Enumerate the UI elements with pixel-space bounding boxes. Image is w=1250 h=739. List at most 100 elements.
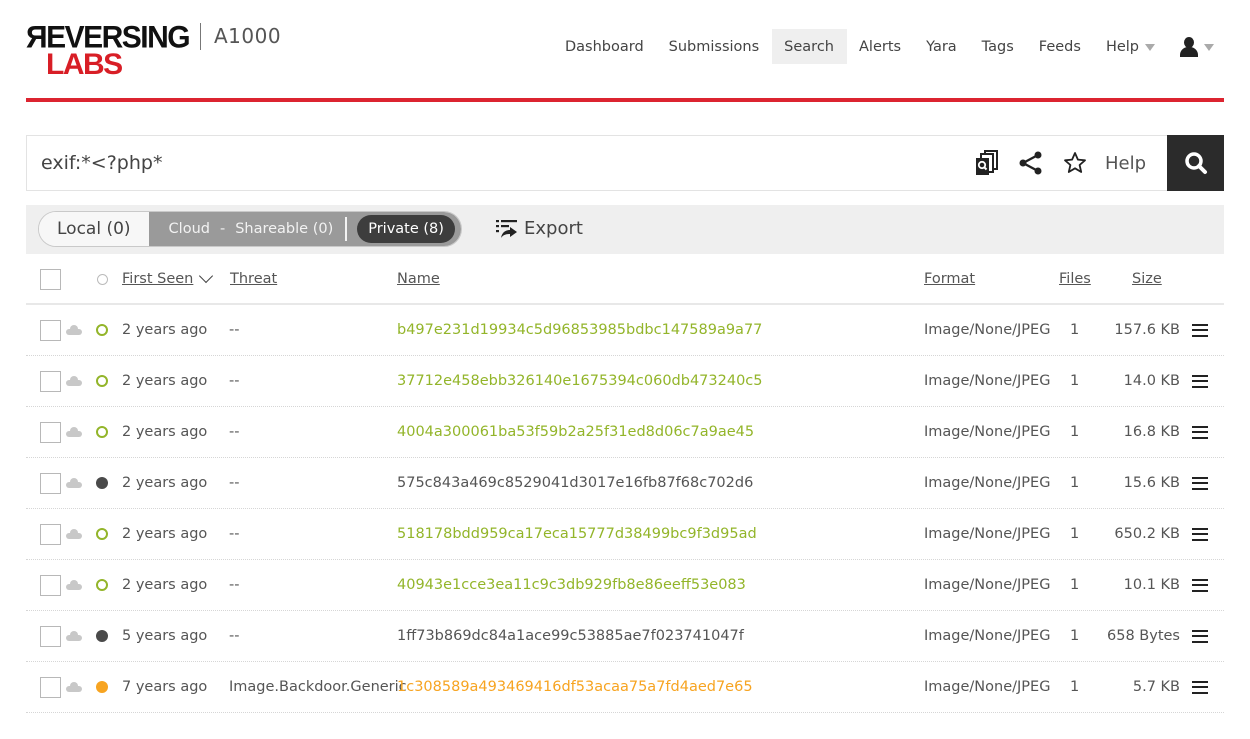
sample-hash-link[interactable]: 4004a300061ba53f59b2a25f31ed8d06c7a9ae45 (397, 424, 754, 440)
table-row[interactable]: 2 years ago -- 40943e1cce3ea11c9c3db929f… (26, 560, 1224, 611)
main-nav: Dashboard Submissions Search Alerts Yara… (552, 29, 1224, 64)
share-icon (1019, 151, 1042, 175)
search-help-link[interactable]: Help (1105, 153, 1146, 174)
table-row[interactable]: 5 years ago -- 1ff73b869dc84a1ace99c5388… (26, 611, 1224, 662)
row-checkbox[interactable] (40, 472, 61, 494)
export-icon (496, 219, 517, 238)
cloud-icon (66, 580, 82, 590)
search-submit-button[interactable] (1167, 135, 1224, 191)
results-table: First Seen Threat Name Format Files Size… (26, 255, 1224, 713)
nav-dashboard[interactable]: Dashboard (552, 29, 656, 64)
logo-line-2: LABS (46, 48, 123, 81)
select-all-checkbox[interactable] (40, 268, 61, 290)
table-body: 2 years ago -- b497e231d19934c5d96853985… (26, 305, 1224, 713)
pill-divider (345, 217, 348, 241)
file-format: Image/None/JPEG (924, 475, 1051, 491)
nav-yara[interactable]: Yara (914, 29, 970, 64)
sample-hash-link[interactable]: 1c308589a493469416df53acaa75a7fd4aed7e65 (397, 679, 753, 695)
sample-hash-link[interactable]: 40943e1cce3ea11c9c3db929fb8e86eeff53e083 (397, 577, 746, 593)
file-size: 14.0 KB (1123, 373, 1180, 389)
sort-threat[interactable]: Threat (230, 271, 277, 287)
first-seen: 2 years ago (122, 322, 208, 338)
table-row[interactable]: 2 years ago -- 4004a300061ba53f59b2a25f3… (26, 407, 1224, 458)
nav-label: Search (784, 38, 834, 55)
file-size: 658 Bytes (1107, 628, 1180, 644)
status-icon (96, 426, 108, 438)
private-results-tab[interactable]: Private (8) (357, 215, 455, 243)
file-count: 1 (1070, 424, 1080, 440)
user-menu-dropdown[interactable] (1168, 29, 1225, 64)
row-menu-icon[interactable] (1192, 323, 1208, 337)
cloud-icon (66, 682, 82, 692)
sort-size[interactable]: Size (1132, 271, 1162, 287)
nav-feeds[interactable]: Feeds (1026, 29, 1093, 64)
nav-search[interactable]: Search (771, 29, 847, 64)
search-bar: Help (26, 135, 1224, 191)
table-row[interactable]: 2 years ago -- 37712e458ebb326140e167539… (26, 356, 1224, 407)
nav-alerts[interactable]: Alerts (847, 29, 914, 64)
sample-hash-link[interactable]: 1ff73b869dc84a1ace99c53885ae7f023741047f (397, 628, 744, 644)
threat-name: -- (229, 322, 240, 338)
export-label: Export (524, 218, 583, 239)
reversinglabs-logo[interactable]: ЯEVERSING LABS (26, 21, 196, 82)
logo-divider (200, 23, 201, 50)
cloud-icon (66, 478, 82, 488)
results-filter-bar: Local (0) Cloud - Shareable (0) Private … (26, 205, 1224, 254)
shareable-results-tab[interactable]: Shareable (0) (235, 221, 333, 237)
row-checkbox[interactable] (40, 421, 61, 443)
product-name: A1000 (214, 24, 282, 48)
export-button[interactable]: Export (496, 218, 583, 239)
sample-hash-link[interactable]: 37712e458ebb326140e1675394c060db473240c5 (397, 373, 763, 389)
caret-down-icon (1204, 44, 1214, 51)
magnifier-icon (1184, 152, 1207, 174)
row-checkbox[interactable] (40, 370, 61, 392)
local-results-tab[interactable]: Local (0) (39, 212, 149, 246)
file-count: 1 (1070, 679, 1080, 695)
sort-name[interactable]: Name (397, 271, 440, 287)
row-menu-icon[interactable] (1192, 476, 1208, 490)
row-checkbox[interactable] (40, 319, 61, 341)
status-header-icon (97, 273, 108, 285)
search-tools: Help (965, 136, 1167, 190)
cloud-icon (66, 631, 82, 641)
row-checkbox[interactable] (40, 676, 61, 698)
table-row[interactable]: 2 years ago -- 518178bdd959ca17eca15777d… (26, 509, 1224, 560)
sort-first-seen[interactable]: First Seen (122, 271, 193, 287)
nav-submissions[interactable]: Submissions (656, 29, 772, 64)
share-button[interactable] (1019, 151, 1043, 175)
chevron-down-icon[interactable] (199, 268, 214, 284)
table-row[interactable]: 7 years ago Image.Backdoor.Generic 1c308… (26, 662, 1224, 713)
table-row[interactable]: 2 years ago -- b497e231d19934c5d96853985… (26, 305, 1224, 356)
table-row[interactable]: 2 years ago -- 575c843a469c8529041d3017e… (26, 458, 1224, 509)
first-seen: 2 years ago (122, 373, 208, 389)
cloud-icon (66, 325, 82, 335)
cloud-dash: - (219, 221, 226, 237)
row-menu-icon[interactable] (1192, 680, 1208, 694)
row-checkbox[interactable] (40, 574, 61, 596)
search-input[interactable] (41, 148, 941, 178)
threat-name: -- (229, 526, 240, 542)
sample-hash-link[interactable]: b497e231d19934c5d96853985bdbc147589a9a77 (397, 322, 762, 338)
row-menu-icon[interactable] (1192, 629, 1208, 643)
sort-format[interactable]: Format (924, 271, 975, 287)
favorite-button[interactable] (1063, 151, 1087, 175)
sample-hash-link[interactable]: 518178bdd959ca17eca15777d38499bc9f3d95ad (397, 526, 757, 542)
file-size: 16.8 KB (1123, 424, 1180, 440)
file-format: Image/None/JPEG (924, 577, 1051, 593)
row-checkbox[interactable] (40, 625, 61, 647)
nav-tags[interactable]: Tags (969, 29, 1026, 64)
status-icon (96, 324, 108, 336)
status-icon (96, 477, 108, 489)
row-menu-icon[interactable] (1192, 527, 1208, 541)
sort-files[interactable]: Files (1059, 271, 1091, 287)
bulk-search-button[interactable] (975, 150, 999, 176)
sample-hash-link[interactable]: 575c843a469c8529041d3017e16fb87f68c702d6 (397, 475, 753, 491)
first-seen: 7 years ago (122, 679, 208, 695)
threat-name: Image.Backdoor.Generic (229, 679, 407, 695)
row-menu-icon[interactable] (1192, 578, 1208, 592)
row-checkbox[interactable] (40, 523, 61, 545)
first-seen: 2 years ago (122, 526, 208, 542)
row-menu-icon[interactable] (1192, 374, 1208, 388)
row-menu-icon[interactable] (1192, 425, 1208, 439)
nav-help-dropdown[interactable]: Help (1093, 29, 1167, 64)
